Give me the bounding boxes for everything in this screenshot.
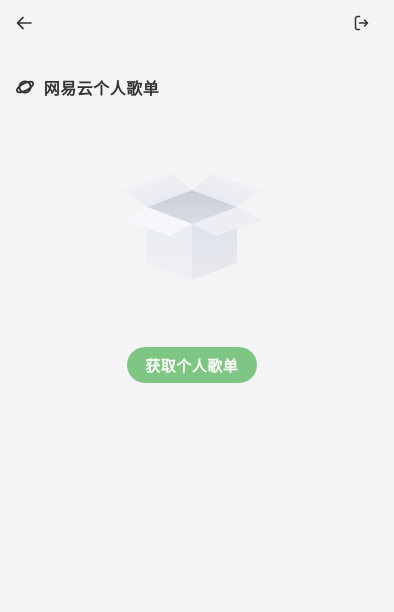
logout-icon [354, 15, 369, 31]
planet-icon [15, 77, 35, 97]
top-bar [0, 0, 394, 46]
fetch-playlist-button[interactable]: 获取个人歌单 [127, 347, 257, 383]
section-header: 网易云个人歌单 [15, 74, 160, 100]
back-button[interactable] [11, 10, 37, 36]
logout-button[interactable] [348, 10, 374, 36]
arrow-left-icon [16, 16, 32, 30]
empty-box-icon [120, 168, 266, 284]
section-title: 网易云个人歌单 [44, 79, 160, 98]
